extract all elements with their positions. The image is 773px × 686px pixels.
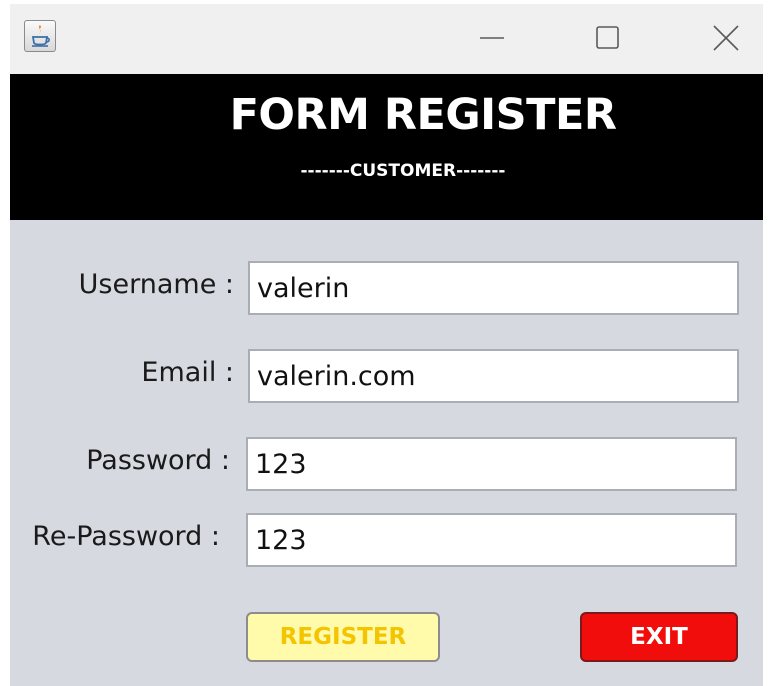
page-subtitle: -------CUSTOMER------- bbox=[300, 161, 506, 181]
repassword-field[interactable] bbox=[246, 513, 737, 567]
register-window: FORM REGISTER -------CUSTOMER------- Use… bbox=[10, 4, 763, 686]
username-field[interactable] bbox=[248, 261, 739, 315]
minimize-icon[interactable] bbox=[472, 18, 512, 58]
java-app-icon[interactable] bbox=[24, 20, 56, 52]
exit-button[interactable]: EXIT bbox=[580, 612, 738, 662]
email-field[interactable] bbox=[248, 349, 739, 403]
maximize-icon[interactable] bbox=[588, 18, 628, 58]
form-header: FORM REGISTER -------CUSTOMER------- bbox=[10, 74, 763, 220]
title-bar[interactable] bbox=[10, 4, 763, 74]
username-label: Username : bbox=[78, 269, 234, 300]
close-icon[interactable] bbox=[706, 18, 746, 58]
repassword-label: Re-Password : bbox=[32, 521, 220, 552]
password-label: Password : bbox=[86, 445, 230, 476]
page-title: FORM REGISTER bbox=[229, 90, 617, 140]
email-label: Email : bbox=[141, 357, 234, 388]
password-field[interactable] bbox=[246, 437, 737, 491]
register-button[interactable]: REGISTER bbox=[246, 612, 440, 662]
